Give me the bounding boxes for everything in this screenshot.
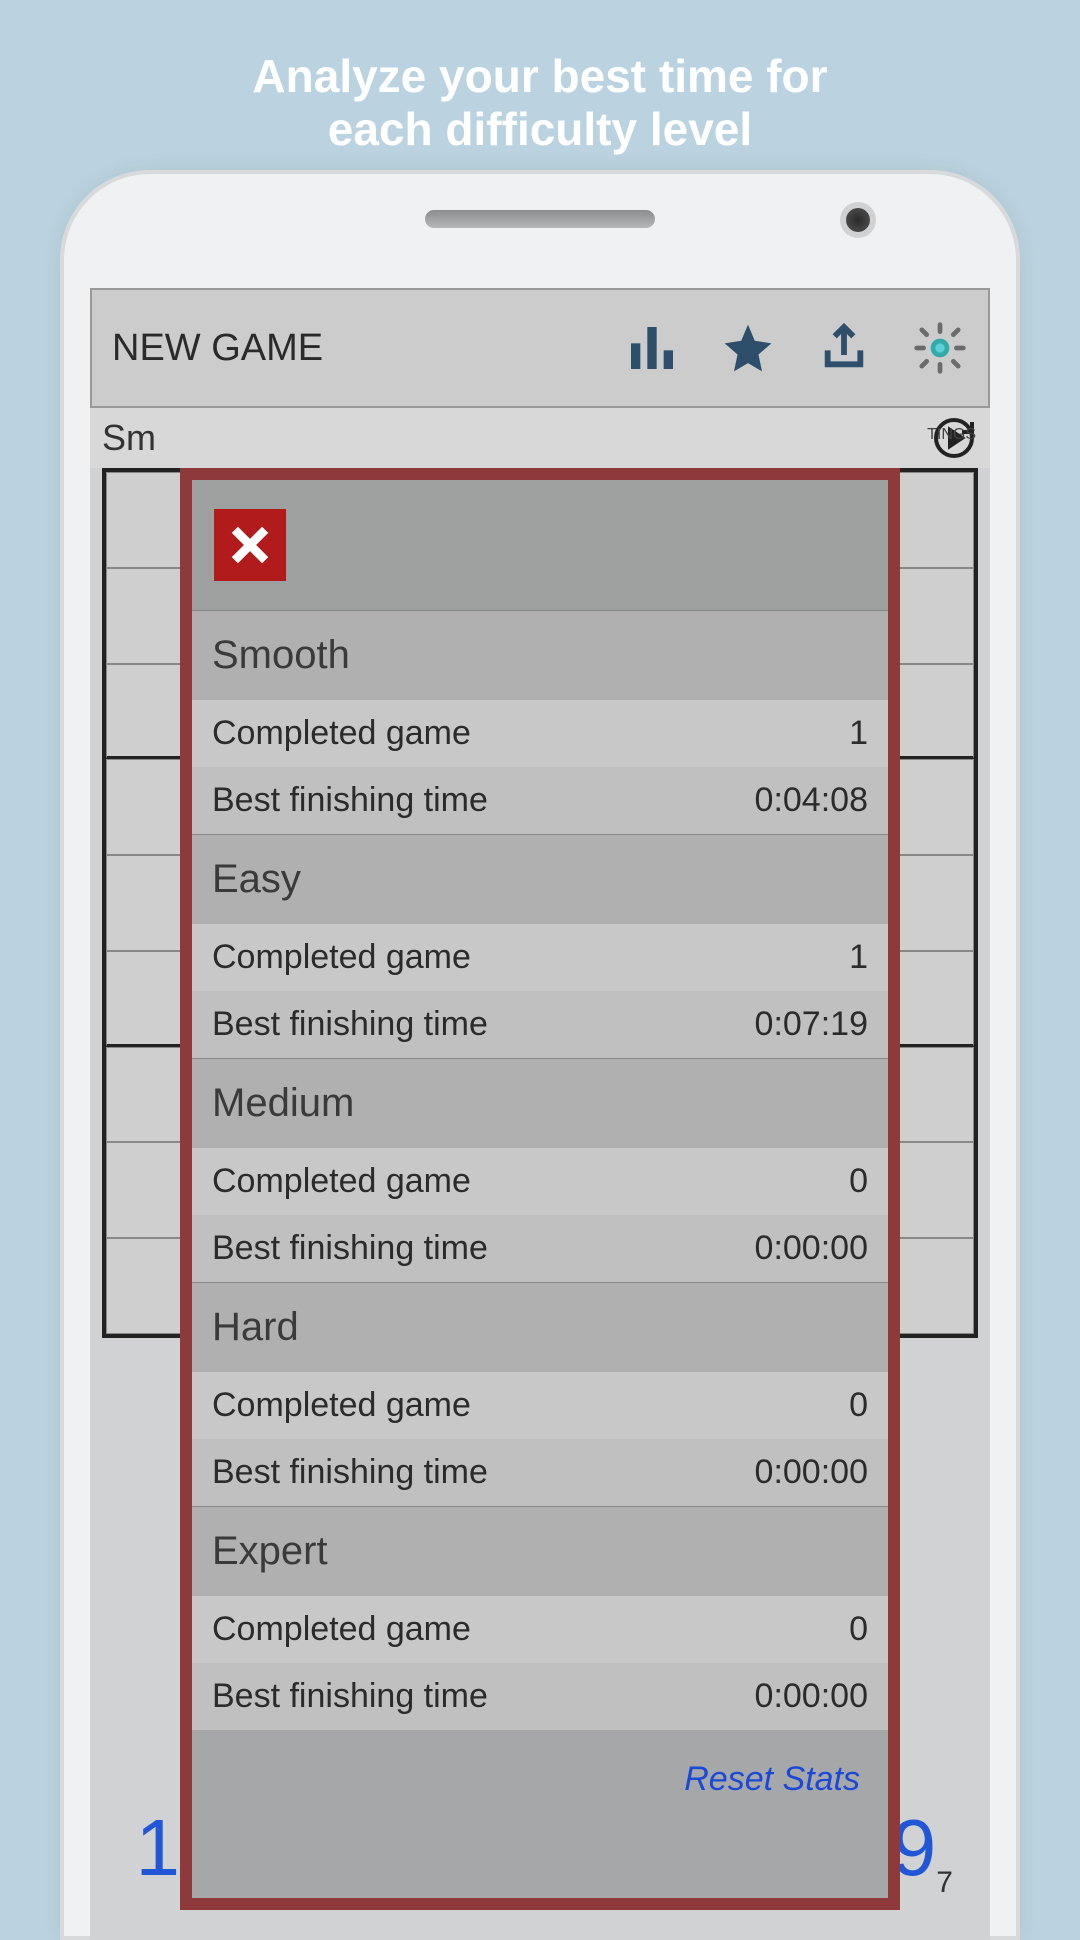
- toolbar-title[interactable]: NEW GAME: [112, 327, 624, 370]
- stats-row-completed: Completed game0: [192, 1372, 888, 1439]
- stats-row-completed: Completed game1: [192, 924, 888, 991]
- stats-icon[interactable]: [624, 320, 680, 376]
- stats-row-completed: Completed game0: [192, 1596, 888, 1663]
- modal-header: [192, 480, 888, 610]
- stats-section-title: Smooth: [192, 610, 888, 700]
- stats-row-best: Best finishing time0:00:00: [192, 1663, 888, 1730]
- modal-footer: Reset Stats: [192, 1730, 888, 1898]
- stats-row-completed: Completed game1: [192, 700, 888, 767]
- stats-row-best: Best finishing time0:07:19: [192, 991, 888, 1058]
- close-button[interactable]: [214, 509, 286, 581]
- promo-line1: Analyze your best time for: [252, 50, 827, 102]
- game-subheader: Sm: [90, 408, 990, 468]
- reset-stats-link[interactable]: Reset Stats: [684, 1760, 860, 1799]
- stats-section-title: Easy: [192, 834, 888, 924]
- app-toolbar: NEW GAME: [90, 288, 990, 408]
- gear-icon[interactable]: [912, 320, 968, 376]
- stats-section-title: Hard: [192, 1282, 888, 1372]
- stats-modal: SmoothCompleted game1Best finishing time…: [180, 468, 900, 1910]
- promo-headline: Analyze your best time for each difficul…: [0, 50, 1080, 156]
- stats-row-completed: Completed game0: [192, 1148, 888, 1215]
- settings-caption: TINGS: [927, 426, 976, 444]
- promo-line2: each difficulty level: [328, 103, 752, 155]
- phone-camera: [846, 208, 870, 232]
- difficulty-label-partial: Sm: [102, 417, 156, 459]
- stats-modal-inner: SmoothCompleted game1Best finishing time…: [192, 480, 888, 1898]
- close-icon: [224, 519, 276, 571]
- stats-row-best: Best finishing time0:00:00: [192, 1215, 888, 1282]
- stats-row-best: Best finishing time0:04:08: [192, 767, 888, 834]
- stats-row-best: Best finishing time0:00:00: [192, 1439, 888, 1506]
- phone-frame: NEW GAME TINGS Sm: [60, 170, 1020, 1940]
- stats-section-title: Medium: [192, 1058, 888, 1148]
- stats-section-title: Expert: [192, 1506, 888, 1596]
- toolbar-icons: [624, 320, 968, 376]
- app-screen: NEW GAME TINGS Sm: [90, 288, 990, 1940]
- star-icon[interactable]: [720, 320, 776, 376]
- share-icon[interactable]: [816, 320, 872, 376]
- phone-speaker: [425, 210, 655, 228]
